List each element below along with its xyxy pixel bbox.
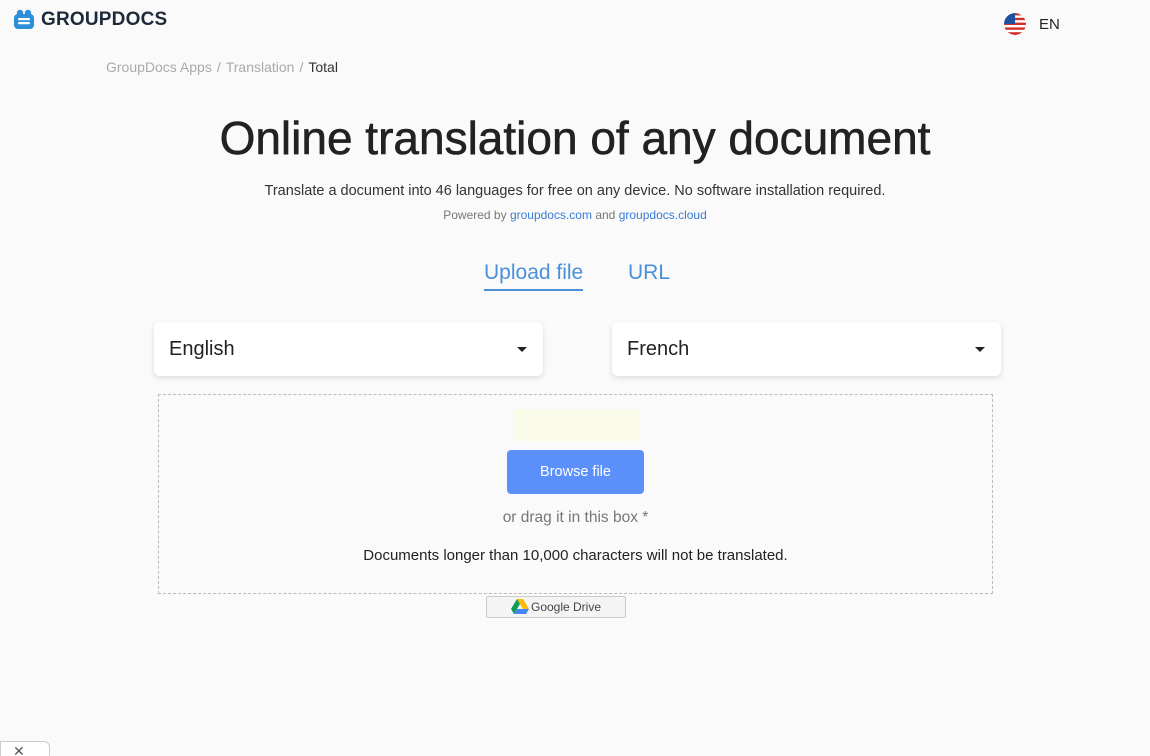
drag-hint: or drag it in this box * — [502, 509, 649, 526]
language-code: EN — [1039, 15, 1060, 33]
groupdocs-cloud-link[interactable]: groupdocs.cloud — [619, 208, 707, 222]
page: GROUPDOCS EN GroupDocs Apps / Translation /… — [0, 0, 1150, 756]
tab-upload-file[interactable]: Upload file — [484, 261, 584, 291]
breadcrumb-separator: / — [299, 59, 304, 75]
corner-panel[interactable]: ✕ — [0, 741, 50, 756]
google-drive-button[interactable]: Google Drive — [486, 596, 626, 618]
google-drive-icon — [510, 599, 529, 614]
file-drop-zone[interactable]: Browse file or drag it in this box * Doc… — [158, 394, 993, 594]
groupdocs-logo[interactable]: GROUPDOCS — [12, 8, 167, 32]
breadcrumb: GroupDocs Apps / Translation / Total — [106, 59, 338, 75]
chevron-down-icon — [517, 346, 527, 352]
logo-text: GROUPDOCS — [41, 9, 168, 30]
character-limit-note: Documents longer than 10,000 characters … — [363, 547, 788, 564]
breadcrumb-item-translation[interactable]: Translation — [226, 59, 295, 75]
groupdocs-com-link[interactable]: groupdocs.com — [510, 208, 592, 222]
faded-placeholder — [513, 409, 639, 441]
browse-file-button[interactable]: Browse file — [507, 450, 644, 494]
chevron-down-icon — [975, 346, 985, 352]
page-subtitle: Translate a document into 46 languages f… — [264, 183, 886, 199]
powered-prefix: Powered by — [443, 208, 507, 222]
breadcrumb-separator: / — [216, 59, 221, 75]
target-language-select[interactable]: French — [612, 322, 1001, 376]
target-language-value: French — [627, 337, 690, 360]
language-selector[interactable]: EN — [1004, 13, 1060, 35]
source-language-value: English — [169, 337, 235, 360]
source-language-select[interactable]: English — [154, 322, 543, 376]
us-flag-icon — [1004, 13, 1026, 35]
powered-by: Powered by groupdocs.com and groupdocs.c… — [0, 208, 1150, 222]
google-drive-label: Google Drive — [530, 600, 602, 614]
groupdocs-logo-icon — [14, 9, 34, 29]
powered-and: and — [595, 208, 616, 222]
breadcrumb-item-apps[interactable]: GroupDocs Apps — [106, 59, 212, 75]
close-icon[interactable]: ✕ — [13, 743, 25, 756]
page-title: Online translation of any document — [219, 112, 931, 165]
breadcrumb-item-current: Total — [308, 59, 338, 75]
tab-url[interactable]: URL — [628, 261, 670, 285]
